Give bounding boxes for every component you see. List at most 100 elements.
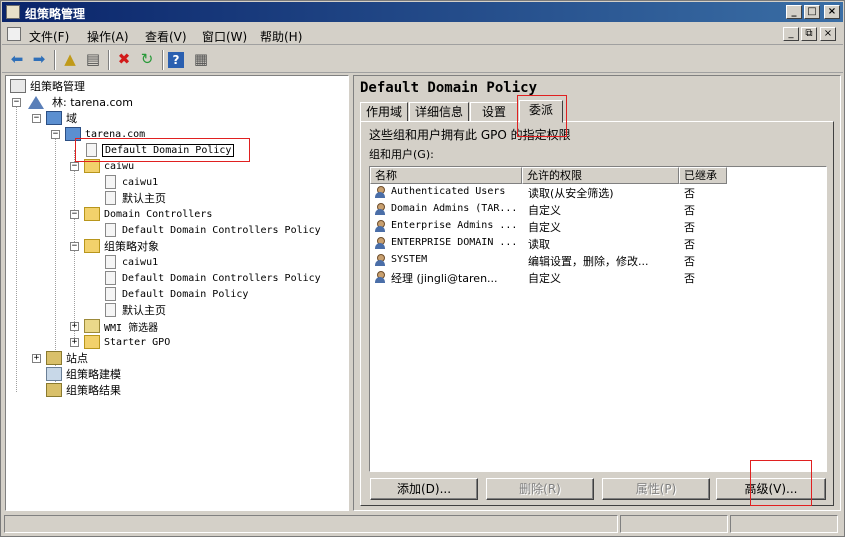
ou-folder-icon bbox=[84, 207, 100, 221]
gpm-app-icon bbox=[6, 5, 20, 19]
properties-icon[interactable]: ▦ bbox=[191, 50, 211, 70]
tree-gpo-object[interactable]: caiwu1 bbox=[103, 254, 158, 270]
mdi-close-button[interactable]: × bbox=[820, 27, 836, 41]
collapse-toggle[interactable]: − bbox=[70, 210, 79, 219]
advanced-button[interactable]: 高级(V)... bbox=[716, 478, 826, 500]
table-row[interactable]: Enterprise Admins ... 自定义 否 bbox=[370, 218, 826, 235]
collapse-toggle[interactable]: − bbox=[70, 242, 79, 251]
menu-window[interactable]: 窗口(W) bbox=[202, 28, 247, 45]
add-button[interactable]: 添加(D)... bbox=[370, 478, 478, 500]
gpo-link-icon bbox=[105, 223, 116, 237]
tree-gpo-container[interactable]: 组策略对象 bbox=[84, 238, 159, 254]
tree-gpo-link[interactable]: 默认主页 bbox=[103, 190, 166, 206]
menu-action[interactable]: 操作(A) bbox=[87, 28, 129, 45]
back-arrow-icon[interactable]: ⬅ bbox=[7, 50, 27, 70]
status-cell bbox=[4, 515, 618, 533]
help-icon[interactable]: ? bbox=[168, 52, 184, 68]
gpo-container-icon bbox=[84, 239, 100, 253]
menu-help[interactable]: 帮助(H) bbox=[260, 28, 302, 45]
collapse-toggle[interactable]: − bbox=[51, 130, 60, 139]
expand-toggle[interactable]: + bbox=[70, 322, 79, 331]
tab-settings[interactable]: 设置 bbox=[470, 102, 518, 122]
permissions-list[interactable]: 名称 允许的权限 已继承 Authenticated Users 读取(从安全筛… bbox=[369, 166, 827, 472]
tree-gpo-link[interactable]: Default Domain Controllers Policy bbox=[103, 222, 321, 238]
column-name[interactable]: 名称 bbox=[370, 167, 522, 184]
tree-gpo-object[interactable]: Default Domain Controllers Policy bbox=[103, 270, 321, 286]
minimize-button[interactable]: _ bbox=[786, 5, 802, 19]
gpm-window: 组策略管理 _ □ × 文件(F) 操作(A) 查看(V) 窗口(W) 帮助(H… bbox=[0, 0, 845, 537]
tab-details[interactable]: 详细信息 bbox=[409, 102, 469, 122]
mdi-minimize-button[interactable]: _ bbox=[783, 27, 799, 41]
tree-ou-domain-controllers[interactable]: Domain Controllers bbox=[84, 206, 212, 222]
collapse-toggle[interactable]: − bbox=[12, 98, 21, 107]
wmi-filter-icon bbox=[84, 319, 100, 333]
group-icon bbox=[374, 237, 387, 250]
collapse-toggle[interactable]: − bbox=[70, 162, 79, 171]
tree-wmi-filters[interactable]: WMI 筛选器 bbox=[84, 318, 158, 334]
list-header: 名称 允许的权限 已继承 bbox=[370, 167, 727, 184]
delegation-description: 这些组和用户拥有此 GPO 的指定权限 bbox=[369, 128, 571, 142]
tab-delegation[interactable]: 委派 bbox=[519, 100, 563, 123]
collapse-toggle[interactable]: − bbox=[32, 114, 41, 123]
status-bar bbox=[2, 513, 843, 535]
table-row[interactable]: Domain Admins (TAR... 自定义 否 bbox=[370, 201, 826, 218]
remove-button[interactable]: 删除(R) bbox=[486, 478, 594, 500]
menu-file[interactable]: 文件(F) bbox=[29, 28, 69, 45]
forward-arrow-icon[interactable]: ➡ bbox=[29, 50, 49, 70]
window-title: 组策略管理 bbox=[25, 7, 86, 21]
close-button[interactable]: × bbox=[824, 5, 840, 19]
tree-selected-gpo-link[interactable]: Default Domain Policy bbox=[84, 142, 235, 158]
table-row[interactable]: SYSTEM 编辑设置，删除，修改... 否 bbox=[370, 252, 826, 269]
details-pane: Default Domain Policy 作用域 详细信息 设置 委派 这些组… bbox=[353, 75, 841, 511]
tree-ou-caiwu[interactable]: caiwu bbox=[84, 158, 134, 174]
results-icon bbox=[46, 383, 62, 397]
gpo-title: Default Domain Policy bbox=[360, 80, 538, 96]
properties-button[interactable]: 属性(P) bbox=[602, 478, 710, 500]
expand-toggle[interactable]: + bbox=[32, 354, 41, 363]
status-cell bbox=[730, 515, 838, 533]
table-row[interactable]: 经理 (jingli@taren... 自定义 否 bbox=[370, 269, 826, 286]
column-permission[interactable]: 允许的权限 bbox=[522, 167, 679, 184]
group-icon bbox=[374, 220, 387, 233]
gpo-link-icon bbox=[105, 175, 116, 189]
tree-domain-tarena[interactable]: tarena.com bbox=[65, 126, 145, 142]
up-folder-icon[interactable]: ▲ bbox=[60, 50, 80, 70]
tree-gpo-object[interactable]: Default Domain Policy bbox=[103, 286, 248, 302]
toolbar-separator bbox=[54, 50, 56, 70]
tree-forest[interactable]: 林: tarena.com bbox=[28, 94, 133, 110]
toolbar-separator bbox=[108, 50, 110, 70]
delegation-panel: 这些组和用户拥有此 GPO 的指定权限 组和用户(G): 名称 允许的权限 已继… bbox=[360, 121, 834, 506]
maximize-button[interactable]: □ bbox=[804, 5, 820, 19]
title-bar[interactable]: 组策略管理 _ □ × bbox=[2, 2, 843, 22]
tree-sites[interactable]: 站点 bbox=[46, 350, 88, 366]
console-tree[interactable]: 组策略管理 − 林: tarena.com − 域 − tarena.com D… bbox=[5, 75, 349, 511]
refresh-icon[interactable]: ↻ bbox=[137, 50, 157, 70]
toolbar-separator bbox=[162, 50, 164, 70]
tab-scope[interactable]: 作用域 bbox=[360, 102, 408, 122]
gpo-object-icon bbox=[105, 271, 116, 285]
mdi-restore-button[interactable]: ⧉ bbox=[801, 27, 817, 41]
tree-gpo-link[interactable]: caiwu1 bbox=[103, 174, 158, 190]
tree-root[interactable]: 组策略管理 bbox=[10, 78, 85, 94]
gpo-link-icon bbox=[86, 143, 97, 157]
gpo-link-icon bbox=[105, 191, 116, 205]
delete-icon[interactable]: ✖ bbox=[114, 50, 134, 70]
expand-toggle[interactable]: + bbox=[70, 338, 79, 347]
gpo-object-icon bbox=[105, 303, 116, 317]
forest-icon bbox=[28, 95, 44, 109]
show-hide-tree-icon[interactable]: ▤ bbox=[83, 50, 103, 70]
tree-starter-gpo[interactable]: Starter GPO bbox=[84, 334, 170, 350]
menu-view[interactable]: 查看(V) bbox=[145, 28, 187, 45]
tree-line bbox=[16, 102, 17, 392]
table-row[interactable]: Authenticated Users 读取(从安全筛选) 否 bbox=[370, 184, 826, 201]
column-inherited[interactable]: 已继承 bbox=[679, 167, 727, 184]
ou-folder-icon bbox=[84, 159, 100, 173]
document-icon[interactable] bbox=[7, 27, 21, 41]
sites-icon bbox=[46, 351, 62, 365]
tree-domains[interactable]: 域 bbox=[46, 110, 77, 126]
table-row[interactable]: ENTERPRISE DOMAIN ... 读取 否 bbox=[370, 235, 826, 252]
gpo-object-icon bbox=[105, 287, 116, 301]
tree-gp-modeling[interactable]: 组策略建模 bbox=[46, 366, 121, 382]
tree-gpo-object[interactable]: 默认主页 bbox=[103, 302, 166, 318]
tree-gp-results[interactable]: 组策略结果 bbox=[46, 382, 121, 398]
